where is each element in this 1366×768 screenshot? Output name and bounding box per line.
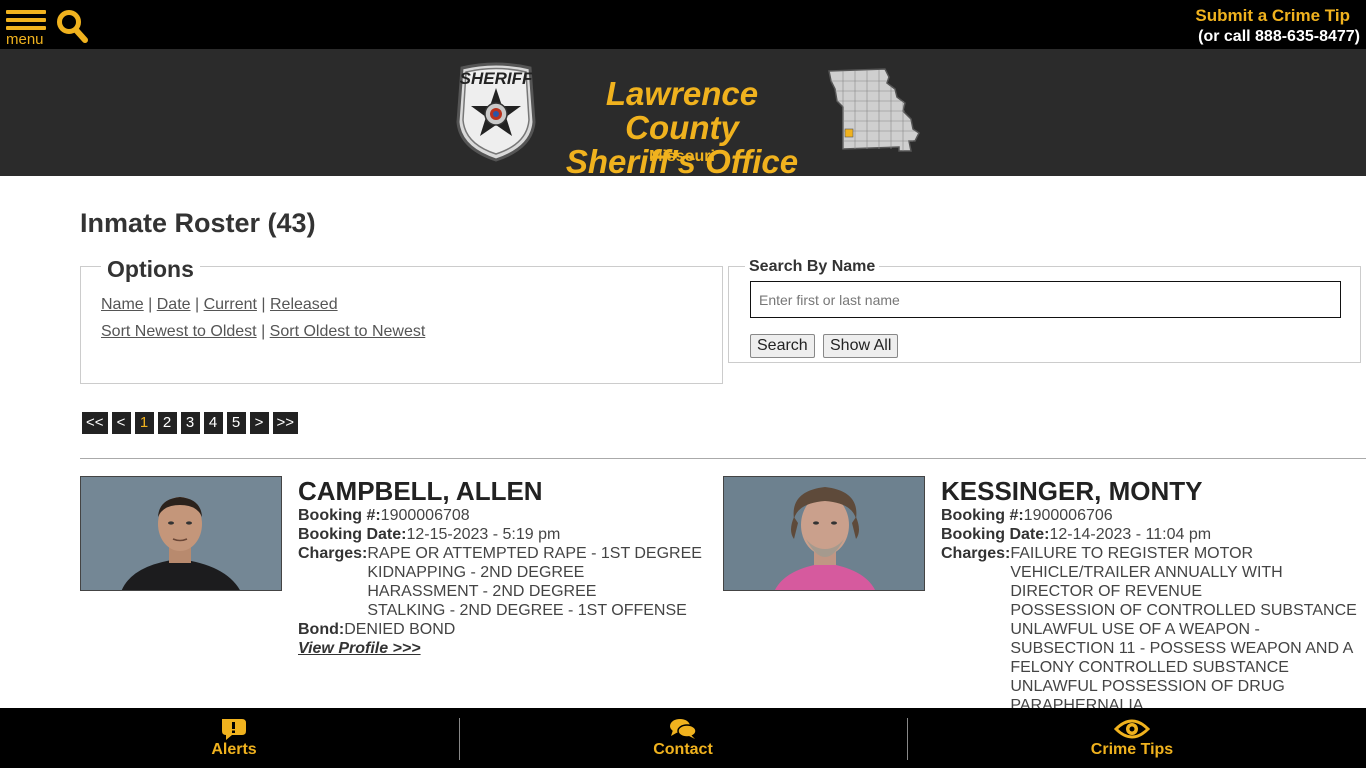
options-legend: Options xyxy=(101,256,200,283)
contact-button[interactable]: Contact xyxy=(583,708,783,768)
search-legend: Search By Name xyxy=(745,258,880,276)
inmate-photo[interactable] xyxy=(80,476,282,591)
page-1-button[interactable]: 1 xyxy=(134,412,154,434)
eye-icon xyxy=(1114,719,1150,739)
charges-label: Charges: xyxy=(941,545,1011,562)
search-button[interactable] xyxy=(56,9,88,43)
crime-tip-phone: (or call 888-635-8477) xyxy=(1198,28,1360,45)
charge-item: STALKING - 2ND DEGREE - 1ST OFFENSE xyxy=(367,602,687,619)
sort-by-name-link[interactable]: Name xyxy=(101,296,144,313)
nav-separator xyxy=(907,718,908,760)
org-state: Missouri xyxy=(649,148,715,165)
link-separator: | xyxy=(143,296,157,313)
charges-list: RAPE OR ATTEMPTED RAPE - 1ST DEGREE KIDN… xyxy=(367,544,718,620)
sort-order-links: Sort Newest to Oldest | Sort Oldest to N… xyxy=(101,323,425,341)
page-next-button[interactable]: > xyxy=(249,412,269,434)
inmate-info: KESSINGER, MONTY Booking #:1900006706 Bo… xyxy=(941,476,1361,715)
inmate-photo-image xyxy=(81,477,281,590)
name-search-input[interactable] xyxy=(750,281,1341,318)
options-panel: Options Name | Date | Current | Released… xyxy=(80,256,723,384)
menu-label: menu xyxy=(6,31,44,48)
charge-item: FAILURE TO REGISTER MOTOR VEHICLE/TRAILE… xyxy=(1010,545,1283,600)
hamburger-icon xyxy=(6,10,46,14)
charges: Charges: FAILURE TO REGISTER MOTOR VEHIC… xyxy=(941,544,1361,715)
submit-crime-tip-link[interactable]: Submit a Crime Tip xyxy=(1195,6,1350,26)
booking-date: Booking Date:12-14-2023 - 11:04 pm xyxy=(941,525,1361,544)
charges: Charges: RAPE OR ATTEMPTED RAPE - 1ST DE… xyxy=(298,544,718,620)
search-button-submit[interactable]: Search xyxy=(750,334,815,358)
hamburger-icon-bar xyxy=(6,26,46,30)
org-name-line1: Lawrence County xyxy=(605,75,759,146)
site-header: SHERIFF Lawrence County Sheriff's Office… xyxy=(0,49,1366,179)
page-4-button[interactable]: 4 xyxy=(203,412,223,434)
sort-oldest-first-link[interactable]: Sort Oldest to Newest xyxy=(270,323,426,340)
missouri-map-icon xyxy=(828,68,920,152)
page-2-button[interactable]: 2 xyxy=(157,412,177,434)
booking-date-value: 12-14-2023 - 11:04 pm xyxy=(1049,526,1212,543)
pagination: << < 1 2 3 4 5 > >> xyxy=(82,412,299,434)
divider xyxy=(80,458,1366,459)
charges-label: Charges: xyxy=(298,545,368,562)
page-last-button[interactable]: >> xyxy=(272,412,299,434)
booking-date-label: Booking Date: xyxy=(298,526,407,543)
booking-date: Booking Date:12-15-2023 - 5:19 pm xyxy=(298,525,718,544)
booking-number-value: 1900006708 xyxy=(380,507,470,524)
chat-bubbles-icon xyxy=(670,719,697,739)
booking-number-value: 1900006706 xyxy=(1023,507,1113,524)
bond: Bond:DENIED BOND xyxy=(298,620,718,639)
charges-list: FAILURE TO REGISTER MOTOR VEHICLE/TRAILE… xyxy=(1010,544,1361,715)
nav-separator xyxy=(459,718,460,760)
inmate-name: KESSINGER, MONTY xyxy=(941,476,1203,506)
filter-released-link[interactable]: Released xyxy=(270,296,338,313)
booking-number-label: Booking #: xyxy=(941,507,1024,524)
booking-date-label: Booking Date: xyxy=(941,526,1050,543)
charge-item: RAPE OR ATTEMPTED RAPE - 1ST DEGREE xyxy=(367,545,702,562)
svg-text:SHERIFF: SHERIFF xyxy=(460,69,532,88)
alerts-button[interactable]: Alerts xyxy=(134,708,334,768)
booking-number: Booking #:1900006706 xyxy=(941,506,1361,525)
contact-label: Contact xyxy=(653,741,713,758)
inmate-photo[interactable] xyxy=(723,476,925,591)
inmate-info: CAMPBELL, ALLEN Booking #:1900006708 Boo… xyxy=(298,476,718,658)
page-5-button[interactable]: 5 xyxy=(226,412,246,434)
inmate-name: CAMPBELL, ALLEN xyxy=(298,476,543,506)
charge-item: POSSESSION OF CONTROLLED SUBSTANCE xyxy=(1010,602,1357,619)
bond-label: Bond: xyxy=(298,621,345,638)
sort-by-date-link[interactable]: Date xyxy=(157,296,191,313)
link-separator: | xyxy=(256,296,270,313)
top-bar: menu Submit a Crime Tip (or call 888-635… xyxy=(0,0,1366,49)
hamburger-icon-bar xyxy=(6,18,46,22)
bond-value: DENIED BOND xyxy=(344,621,456,638)
booking-number: Booking #:1900006708 xyxy=(298,506,718,525)
charge-item: KIDNAPPING - 2ND DEGREE xyxy=(367,564,585,581)
alerts-label: Alerts xyxy=(211,741,257,758)
charge-item: UNLAWFUL USE OF A WEAPON - SUBSECTION 11… xyxy=(1010,621,1353,676)
page-title: Inmate Roster (43) xyxy=(80,208,316,238)
page-prev-button[interactable]: < xyxy=(111,412,131,434)
search-by-name-panel: Search By Name Search Show All xyxy=(728,258,1361,363)
link-separator: | xyxy=(256,323,270,340)
sort-field-links: Name | Date | Current | Released xyxy=(101,296,338,314)
view-profile-link[interactable]: View Profile >>> xyxy=(298,639,421,658)
bottom-nav-bar: Alerts Contact Crime Tips xyxy=(0,708,1366,768)
alerts-icon xyxy=(222,719,246,740)
link-separator: | xyxy=(190,296,204,313)
crime-tips-button[interactable]: Crime Tips xyxy=(1032,708,1232,768)
inmate-photo-image xyxy=(724,477,924,590)
show-all-button[interactable]: Show All xyxy=(823,334,899,358)
search-icon xyxy=(57,10,88,43)
sort-newest-first-link[interactable]: Sort Newest to Oldest xyxy=(101,323,257,340)
charge-item: HARASSMENT - 2ND DEGREE xyxy=(367,583,597,600)
booking-number-label: Booking #: xyxy=(298,507,381,524)
page-3-button[interactable]: 3 xyxy=(180,412,200,434)
booking-date-value: 12-15-2023 - 5:19 pm xyxy=(406,526,561,543)
sheriff-badge-text: SHERIFF xyxy=(460,69,532,88)
menu-button[interactable]: menu xyxy=(6,10,48,48)
filter-current-link[interactable]: Current xyxy=(204,296,257,313)
page-first-button[interactable]: << xyxy=(82,412,108,434)
crime-tips-label: Crime Tips xyxy=(1090,741,1174,758)
